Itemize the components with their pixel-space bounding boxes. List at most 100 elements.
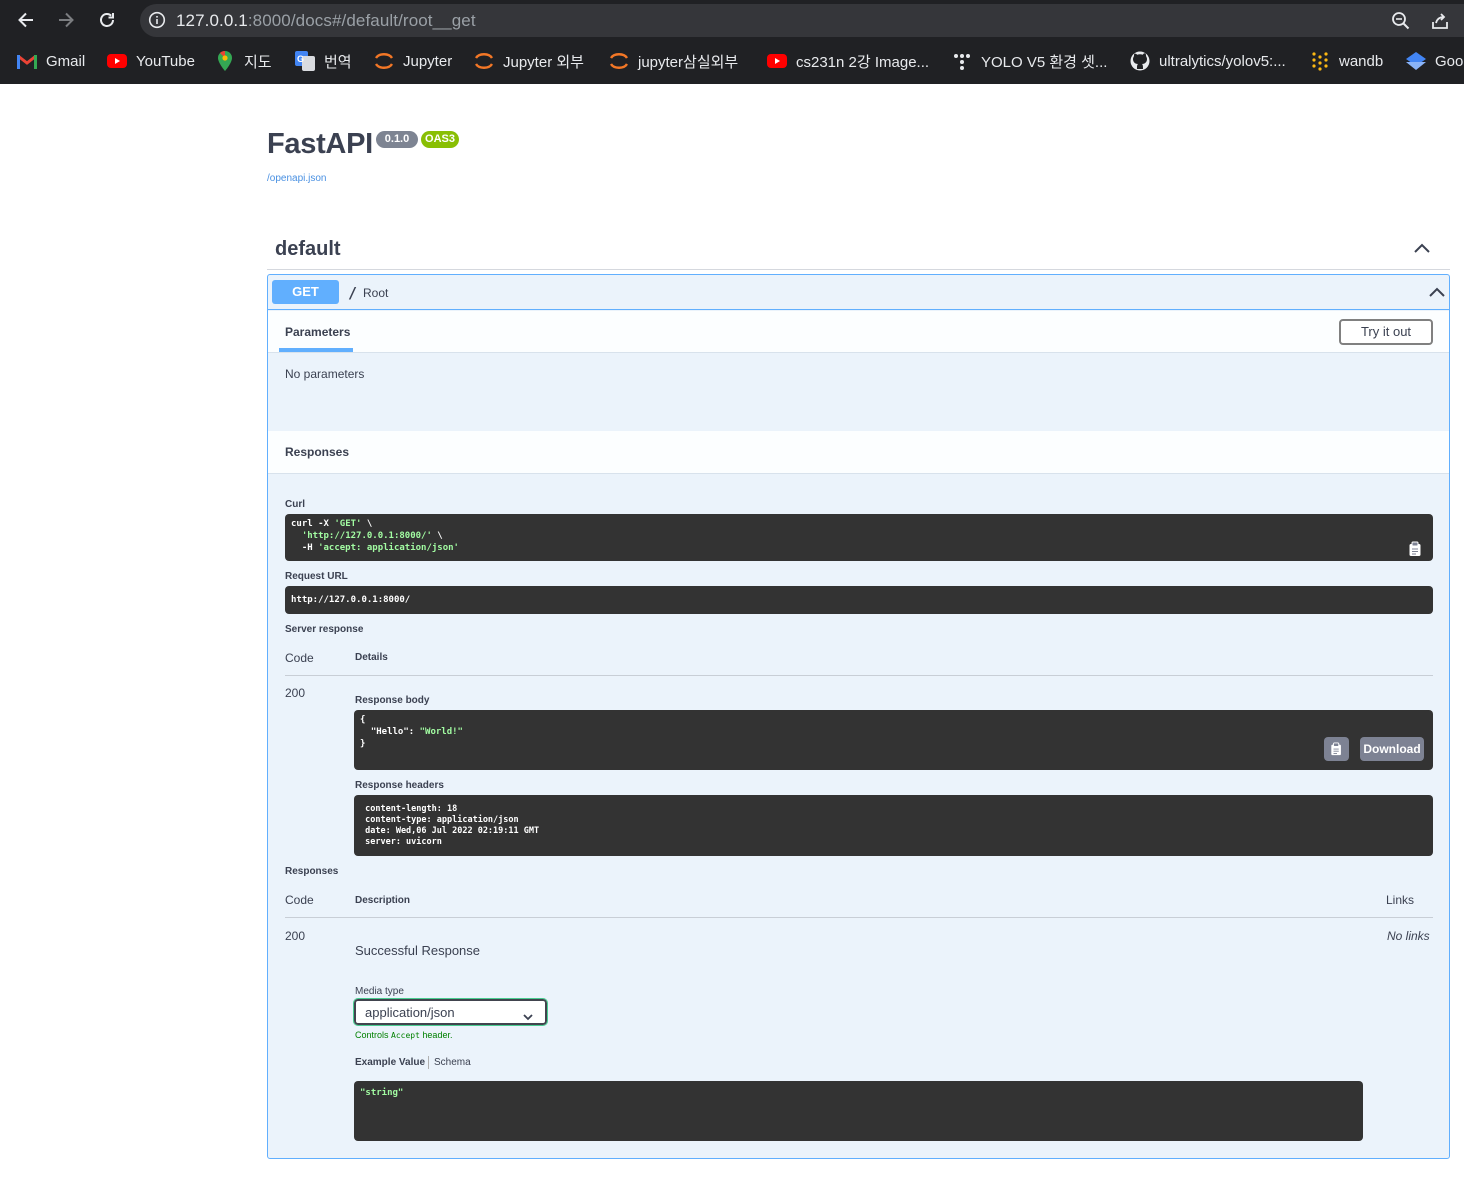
request-url-block[interactable]: http://127.0.0.1:8000/: [285, 586, 1433, 614]
body-close-brace: }: [360, 739, 366, 749]
tab-example-value[interactable]: Example Value: [355, 1057, 425, 1068]
curl-line3-str: 'accept: application/json': [318, 543, 459, 553]
gmail-icon: [17, 51, 37, 71]
jupyter-icon: [474, 51, 494, 71]
curl-line1-end: \: [361, 519, 373, 529]
no-links-text: No links: [1387, 929, 1430, 943]
example-string: "string": [360, 1088, 404, 1098]
responses-label: Responses: [285, 866, 339, 877]
response-description: Successful Response: [355, 943, 481, 958]
tab-schema[interactable]: Schema: [434, 1057, 471, 1068]
curl-line1-cmd: curl -X: [291, 519, 335, 529]
server-response-label: Server response: [285, 624, 364, 635]
curl-line1-str: 'GET': [334, 519, 362, 529]
bookmark-youtube[interactable]: YouTube: [107, 49, 195, 73]
bookmark-ultralytics[interactable]: ultralytics/yolov5:...: [1130, 49, 1286, 73]
tag-name: default: [275, 238, 341, 260]
translate-icon: G: [295, 51, 315, 71]
operation-get-root: GET / Root Parameters Try it out No para…: [267, 274, 1450, 1159]
oas-badge: OAS3: [421, 131, 459, 148]
copy-icon[interactable]: [1324, 737, 1349, 761]
curl-line2-end: \: [431, 531, 443, 541]
responses-header: Responses: [268, 431, 1449, 474]
code-column-header: Code: [285, 651, 314, 665]
operation-path: /: [348, 284, 358, 302]
curl-line3-cmd: -H: [291, 543, 319, 553]
svg-text:G: G: [297, 54, 304, 64]
copy-icon[interactable]: [1407, 540, 1425, 558]
info-icon[interactable]: [148, 11, 168, 31]
bookmark-cs231n[interactable]: cs231n 2강 Image...: [767, 49, 929, 73]
bookmark-jupyter-external[interactable]: Jupyter 외부: [474, 49, 584, 73]
divider: [285, 675, 1433, 676]
chevron-down-icon: [523, 1009, 533, 1024]
method-badge: GET: [272, 280, 339, 304]
curl-line2-str: 'http://127.0.0.1:8000/': [301, 531, 432, 541]
response-body-label: Response body: [355, 695, 430, 706]
chevron-up-icon[interactable]: [1429, 284, 1445, 302]
code-column-header: Code: [285, 893, 314, 907]
back-icon[interactable]: [12, 6, 40, 34]
operation-description: Root: [363, 286, 389, 300]
youtube-icon: [767, 51, 787, 71]
response-status-code: 200: [285, 686, 306, 700]
links-column-header: Links: [1386, 893, 1415, 907]
response-headers-block[interactable]: content-length: 18 content-type: applica…: [354, 795, 1433, 856]
api-title: FastAPI: [267, 128, 373, 160]
curl-label: Curl: [285, 499, 305, 510]
version-badge: 0.1.0: [376, 131, 418, 148]
response-body-block[interactable]: { "Hello": "World!" }: [354, 710, 1433, 770]
bookmark-wandb[interactable]: wandb: [1310, 49, 1383, 73]
maps-icon: [215, 51, 235, 71]
no-parameters-text: No parameters: [285, 367, 365, 381]
youtube-icon: [107, 51, 127, 71]
reload-icon[interactable]: [93, 6, 121, 34]
bookmark-jupyter[interactable]: Jupyter: [374, 49, 452, 73]
openapi-link[interactable]: /openapi.json: [267, 173, 327, 184]
body-key: "Hello":: [360, 727, 420, 737]
details-column-header: Details: [355, 652, 388, 663]
bookmark-jupyter-office[interactable]: jupyter삼실외부: [609, 49, 738, 73]
bookmarks-bar: Gmail YouTube 지도 G 번역 Jupyter Jupyter 외부…: [0, 44, 1464, 80]
google-icon: [1406, 51, 1426, 71]
tab-divider: [428, 1056, 429, 1069]
tab-parameters[interactable]: Parameters: [285, 325, 350, 339]
download-button[interactable]: Download: [1360, 737, 1424, 761]
address-bar[interactable]: 127.0.0.1:8000/docs#/default/root__get: [140, 4, 1464, 37]
wandb-icon: [1310, 51, 1330, 71]
bookmark-translate[interactable]: G 번역: [295, 49, 352, 73]
github-icon: [1130, 51, 1150, 71]
body-value: "World!": [419, 727, 463, 737]
url-text[interactable]: 127.0.0.1:8000/docs#/default/root__get: [176, 11, 476, 31]
share-icon[interactable]: [1430, 11, 1450, 31]
divider: [285, 917, 1433, 918]
body-open-brace: {: [360, 715, 366, 725]
jupyter-icon: [609, 51, 629, 71]
bookmark-google[interactable]: Goo: [1406, 49, 1463, 73]
bookmark-gmail[interactable]: Gmail: [17, 49, 85, 73]
controls-accept-note: Controls Accept header.: [355, 1030, 453, 1040]
response-headers-label: Response headers: [355, 780, 444, 791]
tag-section-header[interactable]: default: [267, 232, 1450, 270]
bookmark-yolo-setup[interactable]: YOLO V5 환경 셋...: [952, 49, 1107, 73]
tab-active-indicator: [279, 348, 353, 352]
description-column-header: Description: [355, 895, 411, 906]
chevron-up-icon[interactable]: [1414, 240, 1430, 258]
example-value-block[interactable]: "string": [354, 1081, 1363, 1141]
jupyter-icon: [374, 51, 394, 71]
try-it-out-button[interactable]: Try it out: [1339, 319, 1433, 345]
browser-chrome: 127.0.0.1:8000/docs#/default/root__get G…: [0, 0, 1464, 84]
media-type-label: Media type: [355, 986, 404, 997]
bookmark-maps[interactable]: 지도: [215, 49, 272, 73]
curl-block[interactable]: curl -X 'GET' \ 'http://127.0.0.1:8000/'…: [285, 514, 1433, 561]
forward-icon[interactable]: [52, 6, 80, 34]
response-code: 200: [285, 929, 306, 943]
dots-icon: [952, 51, 972, 71]
responses-title: Responses: [285, 445, 350, 459]
request-url-label: Request URL: [285, 571, 348, 582]
media-type-value: application/json: [365, 1005, 455, 1020]
parameters-header: Parameters Try it out: [268, 311, 1449, 353]
zoom-icon[interactable]: [1391, 11, 1411, 31]
operation-summary[interactable]: GET / Root: [268, 275, 1449, 310]
media-type-select[interactable]: application/json: [353, 998, 548, 1026]
